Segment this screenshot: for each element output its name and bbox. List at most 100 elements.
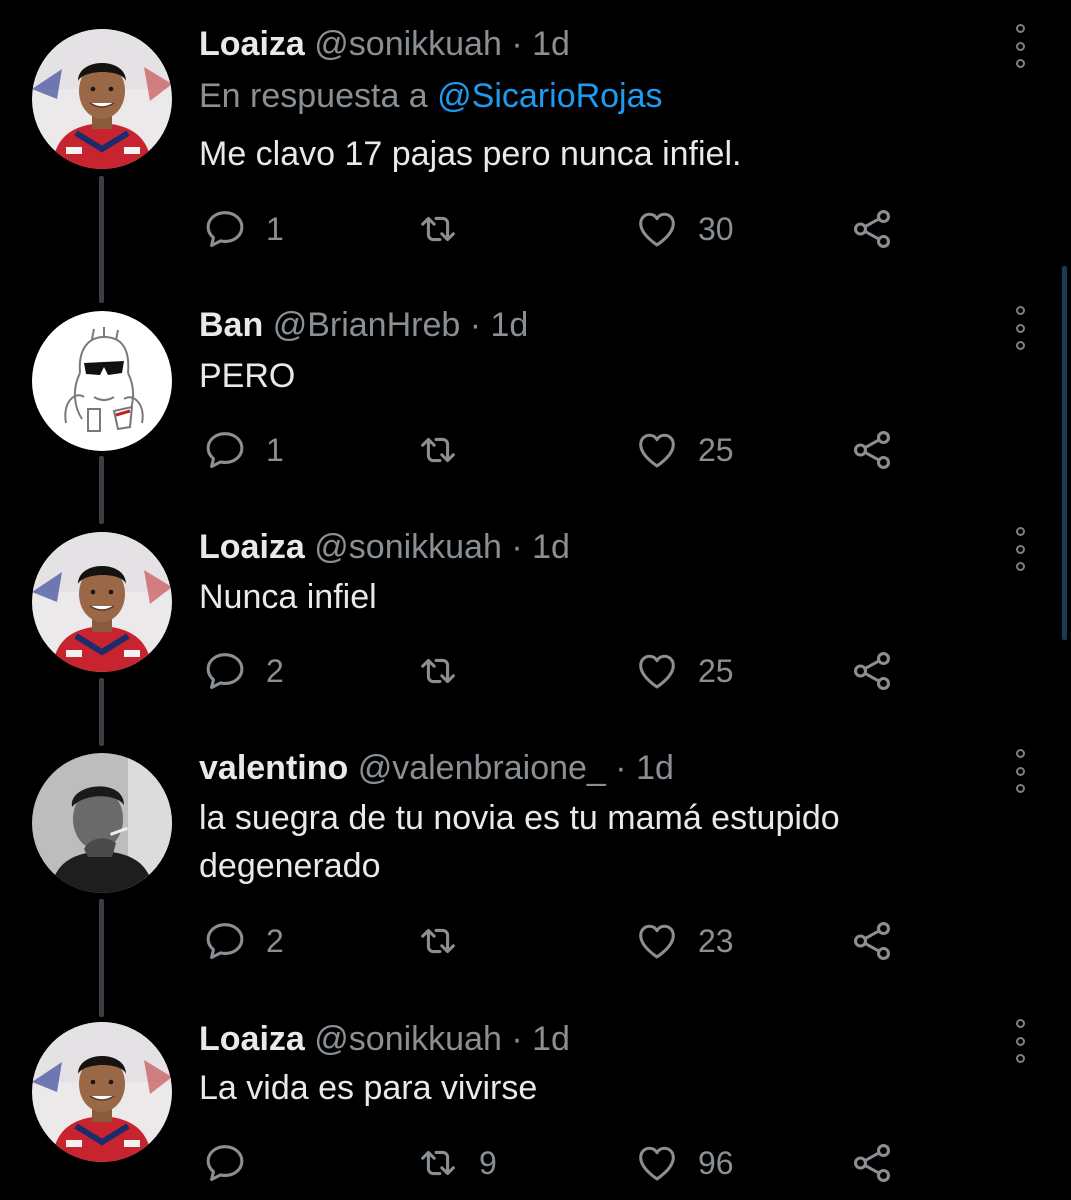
like-button[interactable]: 96 [634,1138,734,1188]
retweet-button[interactable]: 9 [415,1138,497,1188]
more-options-icon[interactable] [1010,527,1030,571]
retweet-button[interactable] [415,204,479,254]
retweet-button[interactable] [415,425,479,475]
user-handle[interactable]: @sonikkuah [314,528,502,566]
more-options-icon[interactable] [1010,306,1030,350]
replying-to-label: En respuesta a [199,77,438,115]
retweet-button[interactable] [415,646,479,696]
replying-to: En respuesta a @SicarioRojas [199,76,663,116]
retweet-icon [415,648,461,694]
share-icon [849,427,895,473]
reply-icon [202,206,248,252]
tweet-text: Nunca infiel [199,578,377,616]
avatar[interactable] [32,29,172,169]
reply-button[interactable] [202,1138,266,1188]
tweet-text: la suegra de tu novia es tu mamá estupid… [199,799,840,885]
share-button[interactable] [849,916,895,966]
thread-line [99,456,104,524]
reply-icon [202,918,248,964]
display-name[interactable]: Loaiza [199,528,305,566]
like-count: 25 [698,431,734,468]
tweet-actions: 1 25 [199,425,919,475]
reply-count: 2 [266,922,284,959]
separator: · [511,528,523,566]
reply-button[interactable]: 2 [202,646,284,696]
scrollbar[interactable] [1062,266,1067,640]
display-name[interactable]: Loaiza [199,1020,305,1058]
avatar[interactable] [32,311,172,451]
thread-line [99,176,104,303]
user-handle[interactable]: @sonikkuah [314,1020,502,1058]
mention-link[interactable]: @SicarioRojas [437,77,662,115]
avatar[interactable] [32,532,172,672]
more-options-icon[interactable] [1010,1019,1030,1063]
retweet-icon [415,918,461,964]
timestamp[interactable]: 1d [532,528,570,566]
heart-icon [634,648,680,694]
timestamp[interactable]: 1d [636,749,674,787]
retweet-icon [415,206,461,252]
reply-button[interactable]: 1 [202,204,284,254]
share-button[interactable] [849,204,895,254]
share-icon [849,648,895,694]
reply-icon [202,427,248,473]
separator: · [511,1020,523,1058]
separator: · [615,749,627,787]
like-button[interactable]: 30 [634,204,734,254]
tweet-header: Loaiza @sonikkuah · 1d [199,24,570,64]
user-handle[interactable]: @sonikkuah [314,25,502,63]
tweet-header: Loaiza @sonikkuah · 1d [199,1019,570,1059]
tweet-header: valentino @valenbraione_ · 1d [199,748,674,788]
avatar[interactable] [32,1022,172,1162]
timestamp[interactable]: 1d [532,25,570,63]
separator: · [511,25,523,63]
user-handle[interactable]: @valenbraione_ [358,749,606,787]
more-options-icon[interactable] [1010,24,1030,68]
thread-line [99,678,104,746]
heart-icon [634,427,680,473]
reply-count: 1 [266,431,284,468]
user-handle[interactable]: @BrianHreb [273,306,461,344]
retweet-count: 9 [479,1144,497,1181]
share-button[interactable] [849,1138,895,1188]
avatar-image [32,753,172,893]
reply-count: 2 [266,652,284,689]
like-button[interactable]: 25 [634,425,734,475]
retweet-button[interactable] [415,916,479,966]
tweet-header: Ban @BrianHreb · 1d [199,305,528,345]
avatar-image [32,532,172,672]
retweet-icon [415,1140,461,1186]
display-name[interactable]: Loaiza [199,25,305,63]
like-count: 96 [698,1144,734,1181]
like-count: 25 [698,652,734,689]
like-count: 30 [698,210,734,247]
retweet-icon [415,427,461,473]
tweet-actions: 2 23 [199,916,919,966]
tweet-header: Loaiza @sonikkuah · 1d [199,527,570,567]
reply-count: 1 [266,210,284,247]
heart-icon [634,1140,680,1186]
display-name[interactable]: Ban [199,306,263,344]
like-count: 23 [698,922,734,959]
reply-button[interactable]: 2 [202,916,284,966]
tweet-actions: 1 30 [199,204,919,254]
timestamp[interactable]: 1d [491,306,529,344]
like-button[interactable]: 23 [634,916,734,966]
avatar-image [32,311,172,451]
display-name[interactable]: valentino [199,749,348,787]
reply-button[interactable]: 1 [202,425,284,475]
like-button[interactable]: 25 [634,646,734,696]
timestamp[interactable]: 1d [532,1020,570,1058]
avatar[interactable] [32,753,172,893]
reply-icon [202,648,248,694]
separator: · [469,306,482,344]
reply-icon [202,1140,248,1186]
tweet-actions: 9 96 [199,1138,919,1188]
share-icon [849,206,895,252]
tweet-text: PERO [199,357,296,395]
share-button[interactable] [849,646,895,696]
more-options-icon[interactable] [1010,749,1030,793]
avatar-image [32,29,172,169]
heart-icon [634,918,680,964]
share-button[interactable] [849,425,895,475]
